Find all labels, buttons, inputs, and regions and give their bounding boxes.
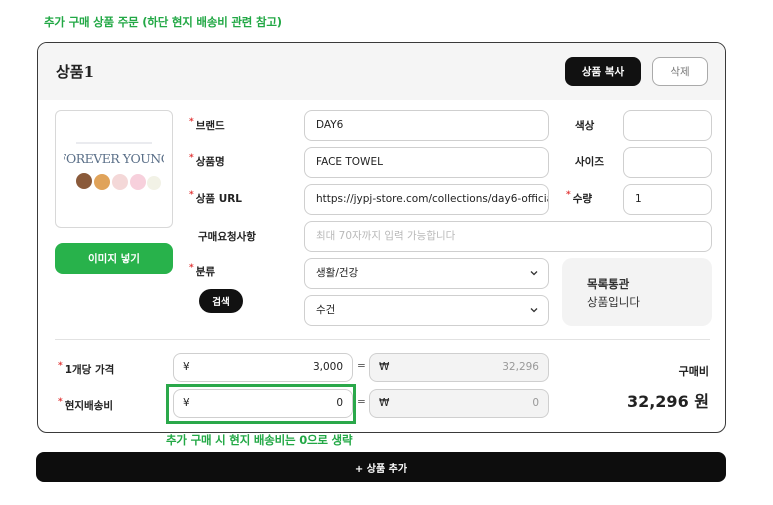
product-name-label: * 상품명 [189,153,225,168]
notice-line1: 목록통관 [587,277,630,291]
subcategory-select-value: 수건 [316,304,336,316]
local-shipping-krw-currency: ₩ [379,397,390,409]
top-note: 추가 구매 상품 주문 (하단 현지 배송비 관련 참고) [44,15,282,29]
delete-product-button[interactable]: 삭제 [652,57,708,86]
local-shipping-highlight [166,384,356,424]
thumbnail-logo-text: FOREVER YOUNG [64,151,164,166]
subcategory-select[interactable]: 수건 [304,295,549,326]
bottom-note: 추가 구매 시 현지 배송비는 0으로 생략 [166,433,353,447]
unit-price-currency: ¥ [183,361,190,373]
local-shipping-label: * 현지배송비 [58,397,114,412]
size-input[interactable] [623,147,712,178]
product-card: 상품1 상품 복사 삭제 FOREVER YOUNG 이미지 넣기 *브랜드 *… [37,42,726,433]
copy-product-button[interactable]: 상품 복사 [565,57,641,86]
add-product-button[interactable]: + 상품 추가 [36,452,726,482]
card-header: 상품1 상품 복사 삭제 [38,43,725,100]
product-title: 상품1 [56,63,95,81]
brand-input[interactable]: DAY6 [304,110,549,141]
purchase-cost-value: 32,296 원 [626,392,709,411]
product-image: FOREVER YOUNG [64,133,164,197]
unit-price-input[interactable]: ¥ 3,000 [173,353,353,382]
local-shipping-krw-value: 0 [532,397,539,409]
category-label: * 분류 [189,263,216,278]
add-image-button[interactable]: 이미지 넣기 [55,243,173,274]
local-shipping-krw: ₩ 0 [369,389,549,418]
unit-price-krw: ₩ 32,296 [369,353,549,382]
color-input[interactable] [623,110,712,141]
quantity-label: * 수량 [566,190,593,205]
purchase-cost-label: 구매비 [678,365,709,378]
product-url-input[interactable]: https://jypj-store.com/collections/day6-… [304,184,549,215]
category-select[interactable]: 생활/건강 [304,258,549,289]
chevron-down-icon [530,308,538,313]
request-input[interactable]: 최대 70자까지 입력 가능합니다 [304,221,712,252]
color-label: 색상 [575,120,595,132]
size-label: 사이즈 [575,156,604,168]
product-name-input[interactable]: FACE TOWEL [304,147,549,178]
equals-sign: = [357,360,366,372]
category-select-value: 생활/건강 [316,267,359,279]
product-thumbnail: FOREVER YOUNG [55,110,173,228]
unit-price-value: 3,000 [312,361,343,373]
divider [55,339,710,340]
request-label: 구매요청사항 [198,231,256,243]
product-url-label: * 상품 URL [189,190,242,205]
brand-label: * 브랜드 [189,117,225,132]
unit-price-label: * 1개당 가격 [58,361,115,376]
chevron-down-icon [530,271,538,276]
unit-price-krw-value: 32,296 [502,361,539,373]
category-search-button[interactable]: 검색 [199,289,243,313]
quantity-input[interactable]: 1 [623,184,712,215]
notice-line2: 상품입니다 [587,295,640,309]
unit-price-krw-currency: ₩ [379,361,390,373]
equals-sign: = [357,396,366,408]
customs-notice: 목록통관 상품입니다 [562,258,712,326]
